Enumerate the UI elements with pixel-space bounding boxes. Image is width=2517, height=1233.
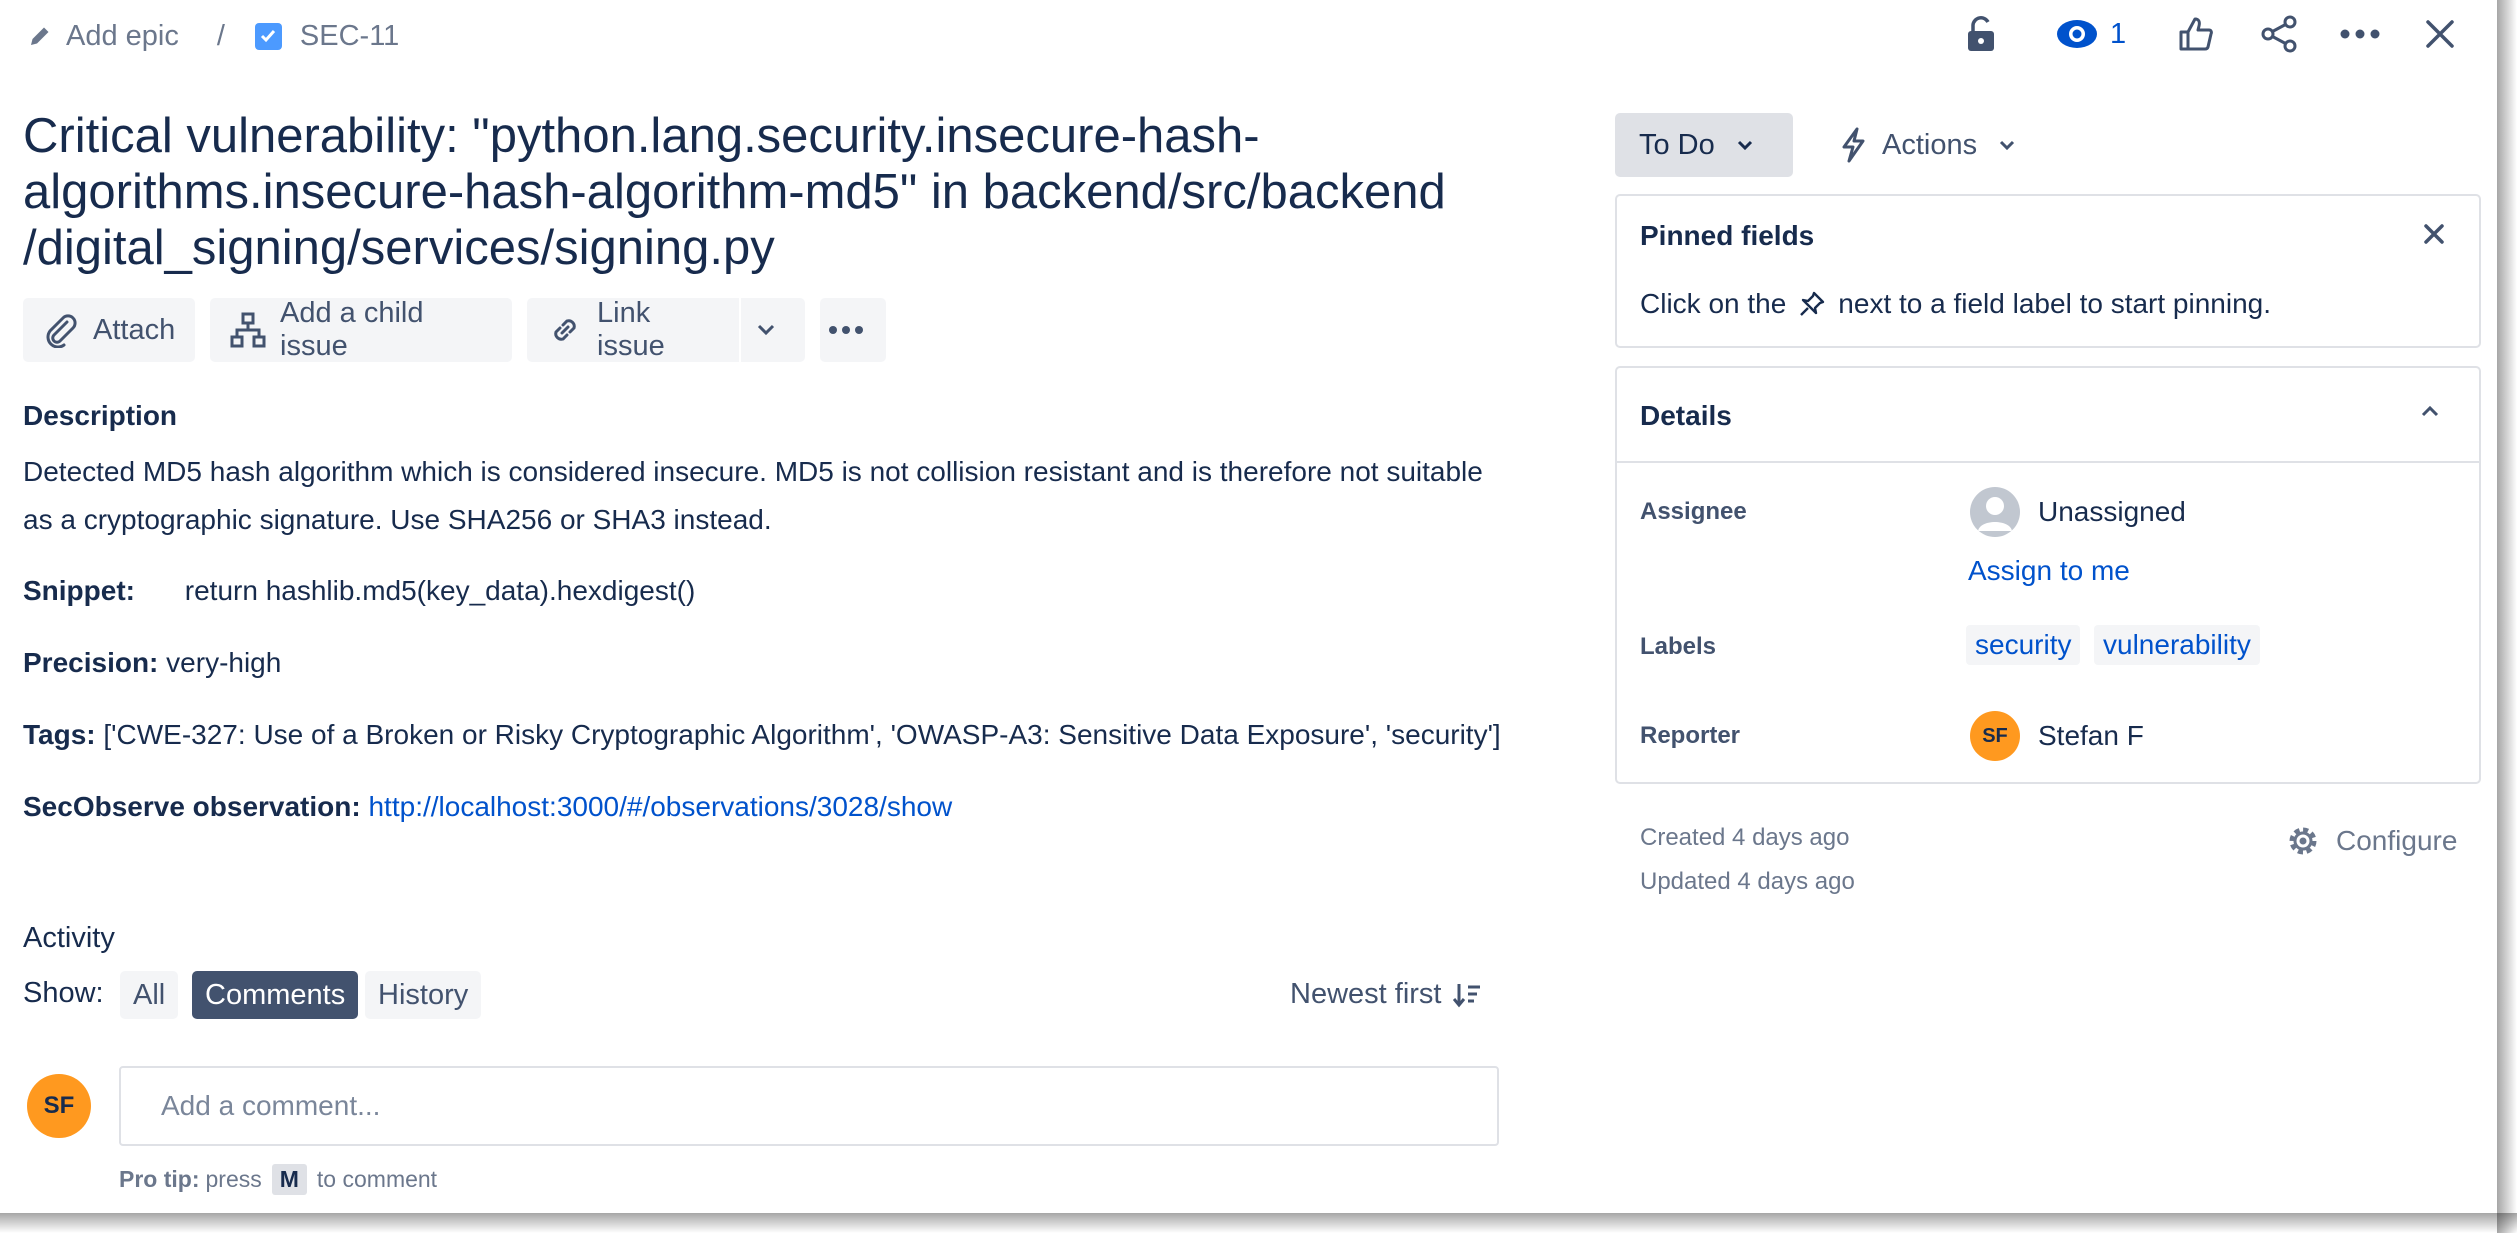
created-timestamp: Created 4 days ago [1640,824,1850,851]
chevron-down-icon [756,324,790,336]
add-child-issue-label: Add a child issue [280,297,424,362]
filter-all[interactable]: All [120,971,179,1019]
updated-timestamp: Updated 4 days ago [1640,868,1855,895]
chevron-down-icon [1737,140,1753,150]
observation-row: SecObserve observation: http://localhost… [23,783,952,831]
watch-count: 1 [2110,17,2127,50]
hierarchy-icon [230,312,280,348]
show-label: Show: [23,977,104,1009]
more-actions-button[interactable] [820,298,886,362]
observation-label: SecObserve observation: [23,791,361,822]
chevron-down-icon [1999,140,2015,150]
attach-button[interactable]: Attach [23,298,195,362]
shortcut-key: M [271,1164,307,1195]
labels-label: Labels [1640,633,1717,660]
comment-input[interactable]: Add a comment... [119,1066,1499,1146]
assignee-value[interactable]: Unassigned [2038,496,2186,528]
reporter-label: Reporter [1640,722,1741,749]
actions-button[interactable]: Actions [1828,113,2028,177]
breadcrumb: Add epic / SEC-11 [28,14,399,58]
eye-icon [2056,19,2098,49]
close-icon[interactable] [2421,221,2447,247]
pro-tip-press: press [205,1166,262,1192]
actions-label: Actions [1882,128,1978,161]
pencil-icon [28,24,52,48]
details-title[interactable]: Details [1640,400,1732,432]
pinned-hint-before: Click on the [1640,288,1787,319]
label-tag[interactable]: security [1966,625,2081,665]
snippet-label: Snippet: [23,575,135,606]
precision-value: very-high [166,647,282,678]
configure-label: Configure [2336,825,2458,856]
issue-title[interactable]: Critical vulnerability: "python.lang.sec… [23,108,1463,276]
close-icon[interactable] [2418,12,2462,56]
avatar: SF [27,1074,91,1138]
paperclip-icon [43,312,93,348]
breadcrumb-separator: / [216,19,225,52]
assignee-label: Assignee [1640,498,1747,525]
snippet-row: Snippet: return hashlib.md5(key_data).he… [23,567,695,615]
more-icon[interactable] [2335,12,2385,56]
unassigned-avatar-icon [1970,487,2020,537]
sort-icon [1453,982,1481,1008]
task-type-icon [254,22,282,50]
observation-link[interactable]: http://localhost:3000/#/observations/302… [368,791,952,822]
lock-icon[interactable] [1959,12,2003,56]
precision-row: Precision: very-high [23,639,281,687]
pinned-fields-title: Pinned fields [1640,220,1815,251]
reporter-name[interactable]: Stefan F [2038,720,2144,752]
status-label: To Do [1639,128,1715,161]
sort-toggle[interactable]: Newest first [1290,978,1481,1011]
link-issue-label: Link issue [597,297,665,362]
pin-icon [1798,290,1826,318]
tags-label: Tags: [23,719,96,750]
filter-comments[interactable]: Comments [192,971,359,1019]
more-icon [828,325,878,335]
lightning-icon [1838,127,1868,163]
assign-to-me-link[interactable]: Assign to me [1968,555,2130,587]
chevron-up-icon[interactable] [2420,404,2440,418]
gear-icon [2284,822,2322,860]
label-tag[interactable]: vulnerability [2094,625,2260,665]
description-line: Detected MD5 hash algorithm which is con… [23,456,1483,487]
pro-tip: Pro tip: press M to comment [119,1164,437,1195]
share-icon[interactable] [2257,12,2301,56]
link-issue-button[interactable]: Link issue [527,297,739,362]
snippet-value: return hashlib.md5(key_data).hexdigest() [184,575,696,606]
activity-heading: Activity [23,922,115,954]
like-icon[interactable] [2174,12,2218,56]
issue-key-link[interactable]: SEC-11 [300,20,399,53]
description-line: as a cryptographic signature. Use SHA256… [23,504,772,535]
add-child-issue-button[interactable]: Add a child issue [210,297,512,362]
description-heading: Description [23,400,178,431]
status-button[interactable]: To Do [1615,113,1793,177]
avatar: SF [1970,711,2020,761]
add-epic-link[interactable]: Add epic [66,20,179,53]
description-text[interactable]: Detected MD5 hash algorithm which is con… [23,448,1503,544]
configure-button[interactable]: Configure [2284,822,2457,860]
issue-title-line: /digital_signing/services/signing.py [23,221,775,275]
issue-title-line: algorithms.insecure-hash-algorithm-md5" … [23,165,1446,219]
attach-label: Attach [93,313,176,346]
pinned-hint: Click on the next to a field label to st… [1640,288,2271,320]
pinned-hint-after: next to a field label to start pinning. [1838,288,2272,319]
watch-button[interactable]: 1 [2056,12,2136,56]
link-issue-dropdown[interactable] [741,298,805,362]
sort-label: Newest first [1290,978,1442,1010]
pro-tip-suffix: to comment [316,1166,438,1192]
link-icon [547,312,597,348]
tags-row: Tags: ['CWE-327: Use of a Broken or Risk… [23,711,1501,759]
pinned-fields-panel [1615,194,2481,348]
pro-tip-label: Pro tip: [119,1166,200,1192]
filter-history[interactable]: History [365,971,482,1019]
precision-label: Precision: [23,647,159,678]
issue-title-line: Critical vulnerability: "python.lang.sec… [23,109,1260,163]
tags-value: ['CWE-327: Use of a Broken or Risky Cryp… [103,719,1501,750]
